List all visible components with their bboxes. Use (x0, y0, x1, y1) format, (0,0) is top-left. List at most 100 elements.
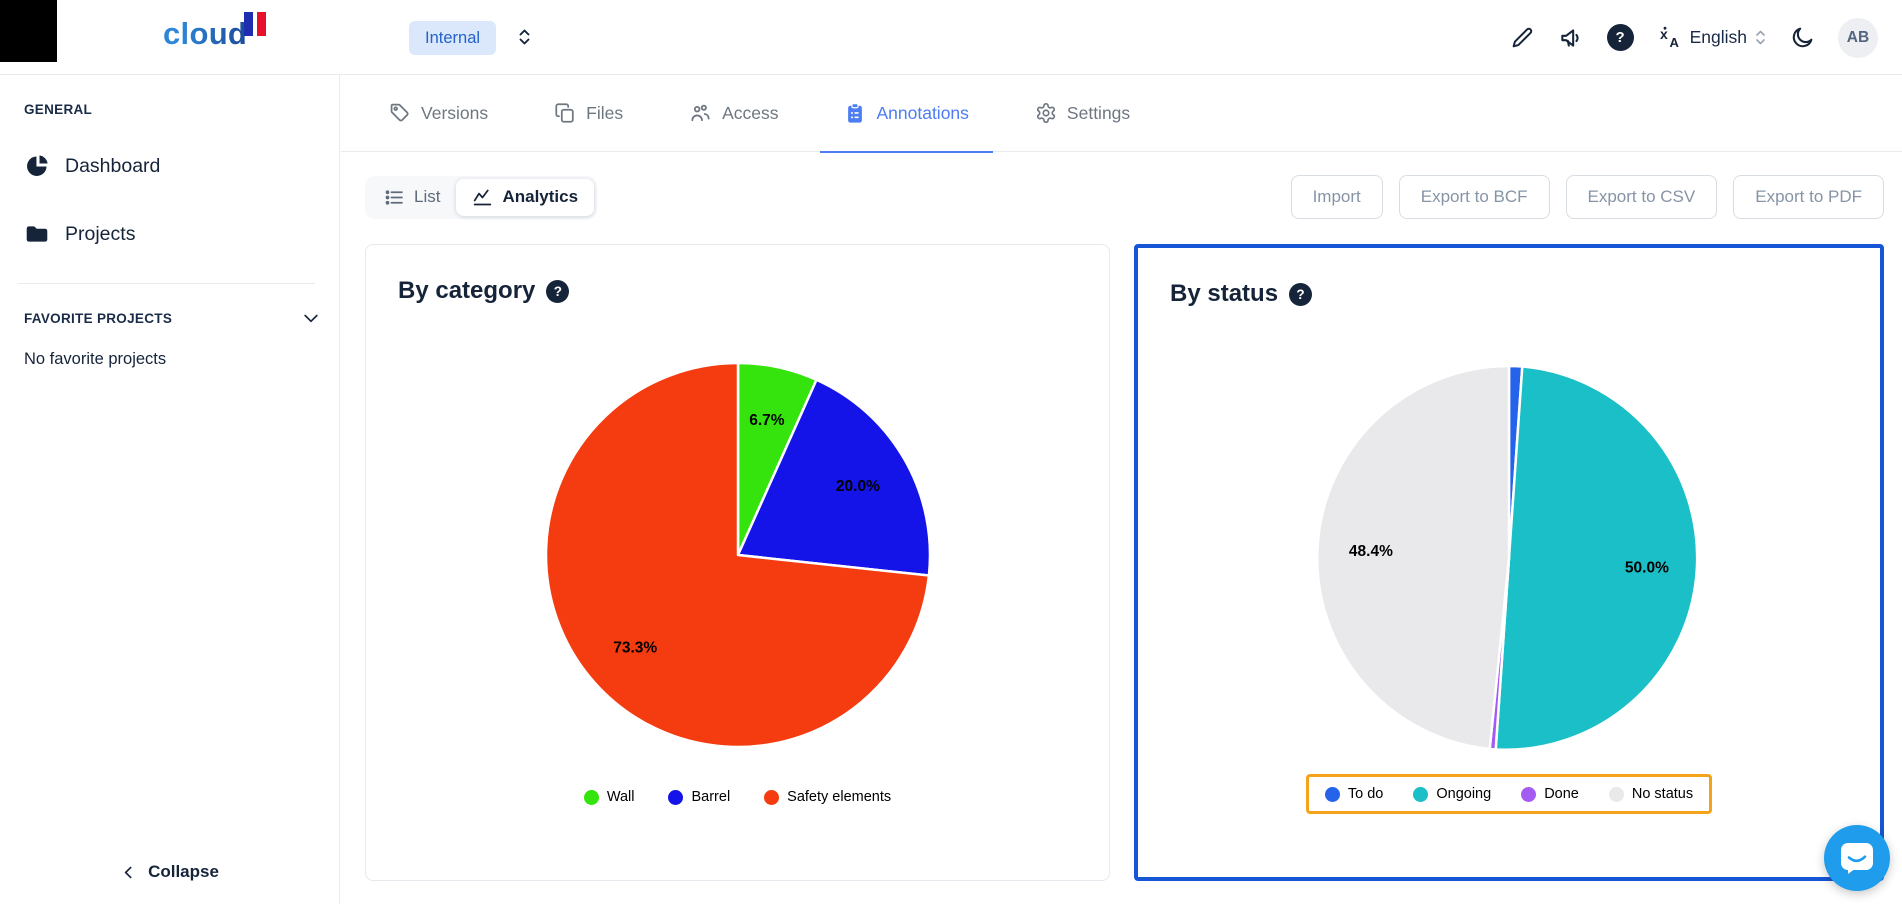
legend-item[interactable]: No status (1609, 786, 1693, 802)
legend-label: Barrel (691, 789, 730, 805)
legend-item[interactable]: To do (1325, 786, 1383, 802)
tab-annotations[interactable]: Annotations (820, 75, 992, 152)
legend-dot (668, 790, 683, 805)
chat-bubble-icon (1839, 841, 1875, 875)
view-toggle-analytics[interactable]: Analytics (456, 179, 594, 216)
legend-item[interactable]: Ongoing (1413, 786, 1491, 802)
legend-label: Safety elements (787, 789, 891, 805)
help-icon[interactable]: ? (1607, 24, 1634, 51)
pie-slice-label: 20.0% (835, 478, 879, 495)
legend-item[interactable]: Done (1521, 786, 1579, 802)
main-content: Versions Files Access Annotations (341, 75, 1902, 904)
status-legend: To do Ongoing Done No status (1325, 786, 1693, 802)
legend-item[interactable]: Wall (584, 789, 635, 805)
files-icon (554, 102, 576, 124)
collapse-button[interactable]: Collapse (0, 862, 339, 882)
view-toggle-list[interactable]: List (368, 179, 456, 216)
edit-pencil-icon[interactable] (1510, 25, 1535, 50)
export-csv-button[interactable]: Export to CSV (1566, 175, 1718, 219)
tab-settings[interactable]: Settings (1011, 75, 1154, 152)
legend-item[interactable]: Barrel (668, 789, 730, 805)
tab-label: Versions (421, 103, 488, 124)
tab-label: Settings (1067, 103, 1130, 124)
help-badge-icon[interactable]: ? (546, 280, 569, 303)
legend-dot (764, 790, 779, 805)
chevron-left-icon (120, 864, 137, 881)
window-corner (0, 0, 57, 62)
favorites-empty-text: No favorite projects (24, 350, 315, 369)
export-pdf-button[interactable]: Export to PDF (1733, 175, 1884, 219)
by-status-title-row: By status ? (1170, 280, 1880, 308)
chevron-down-icon[interactable] (301, 308, 321, 328)
legend-dot (1325, 787, 1340, 802)
pie-chart-status: 50.0% 48.4% (1309, 358, 1709, 758)
gear-icon (1035, 102, 1057, 124)
legend-item[interactable]: Safety elements (764, 789, 891, 805)
workspace-selector-icon[interactable] (516, 27, 533, 47)
tab-files[interactable]: Files (530, 75, 647, 152)
legend-dot (1609, 787, 1624, 802)
legend-dot (584, 790, 599, 805)
pie-chart-category: 6.7% 20.0% 73.3% (538, 355, 938, 755)
by-status-card: By status ? 50.0% 48.4% To do Ongoing Done N… (1134, 244, 1884, 881)
users-icon (689, 102, 712, 125)
pie-slice[interactable] (1496, 367, 1697, 750)
sidebar-item-dashboard[interactable]: Dashboard (0, 153, 339, 179)
toolbar: List Analytics Import Export to BCF Expo… (365, 175, 1884, 219)
legend-dot (1413, 787, 1428, 802)
pie-slice-label: 73.3% (613, 639, 657, 656)
favorites-header[interactable]: FAVORITE PROJECTS (24, 308, 321, 328)
sidebar-section-favorites: FAVORITE PROJECTS (24, 311, 172, 326)
by-category-title-row: By category ? (398, 277, 1109, 305)
view-toggle: List Analytics (365, 176, 597, 219)
tab-access[interactable]: Access (665, 75, 802, 152)
export-bcf-button[interactable]: Export to BCF (1399, 175, 1550, 219)
import-button[interactable]: Import (1291, 175, 1383, 219)
announcements-megaphone-icon[interactable] (1558, 25, 1584, 51)
legend-label: To do (1348, 786, 1383, 802)
tab-versions[interactable]: Versions (365, 75, 512, 152)
sidebar-item-projects[interactable]: Projects (0, 221, 339, 247)
app-logo[interactable]: cloud (163, 16, 247, 52)
pie-wrap: 6.7% 20.0% 73.3% (366, 355, 1109, 755)
topbar-actions: ? x A English AB (1510, 0, 1878, 75)
pie-slice-label: 50.0% (1625, 560, 1669, 577)
sidebar-divider (18, 283, 315, 284)
tab-label: Access (722, 103, 778, 124)
folder-icon (24, 221, 50, 247)
category-legend: Wall Barrel Safety elements (366, 789, 1109, 805)
status-legend-wrap: To do Ongoing Done No status (1138, 774, 1880, 814)
legend-label: Done (1544, 786, 1579, 802)
collapse-label: Collapse (148, 862, 219, 882)
sidebar-item-label: Dashboard (65, 155, 160, 178)
clipboard-icon (844, 102, 866, 125)
tab-bar: Versions Files Access Annotations (341, 75, 1902, 152)
workspace-chip[interactable]: Internal (409, 21, 496, 55)
export-buttons: Import Export to BCF Export to CSV Expor… (1291, 175, 1884, 219)
french-flag-icon (244, 12, 266, 36)
chat-widget-button[interactable] (1824, 825, 1890, 891)
analytics-chart-icon (472, 187, 493, 208)
by-category-card: By category ? 6.7% 20.0% 73.3% Wall Barrel S… (365, 244, 1110, 881)
sidebar: GENERAL Dashboard Projects FAVORITE PROJ… (0, 75, 340, 904)
sidebar-item-label: Projects (65, 223, 135, 246)
charts-row: By category ? 6.7% 20.0% 73.3% Wall Barrel S… (365, 244, 1884, 881)
legend-label: Wall (607, 789, 635, 805)
pie-wrap: 50.0% 48.4% (1138, 358, 1880, 758)
pie-slice-label: 48.4% (1349, 543, 1393, 560)
language-switcher[interactable]: x A English (1657, 24, 1767, 51)
chart-title: By category (398, 277, 535, 305)
list-icon (384, 187, 405, 208)
tab-label: Annotations (876, 103, 968, 124)
chart-title: By status (1170, 280, 1278, 308)
language-label: English (1690, 27, 1747, 48)
legend-label: No status (1632, 786, 1693, 802)
dark-mode-moon-icon[interactable] (1790, 25, 1815, 50)
tag-icon (389, 102, 411, 124)
pie-slice[interactable] (1317, 366, 1509, 749)
svg-text:x: x (1660, 26, 1668, 42)
help-badge-icon[interactable]: ? (1289, 283, 1312, 306)
pie-slice-label: 6.7% (749, 412, 785, 429)
view-toggle-list-label: List (414, 187, 440, 207)
avatar[interactable]: AB (1838, 18, 1878, 58)
